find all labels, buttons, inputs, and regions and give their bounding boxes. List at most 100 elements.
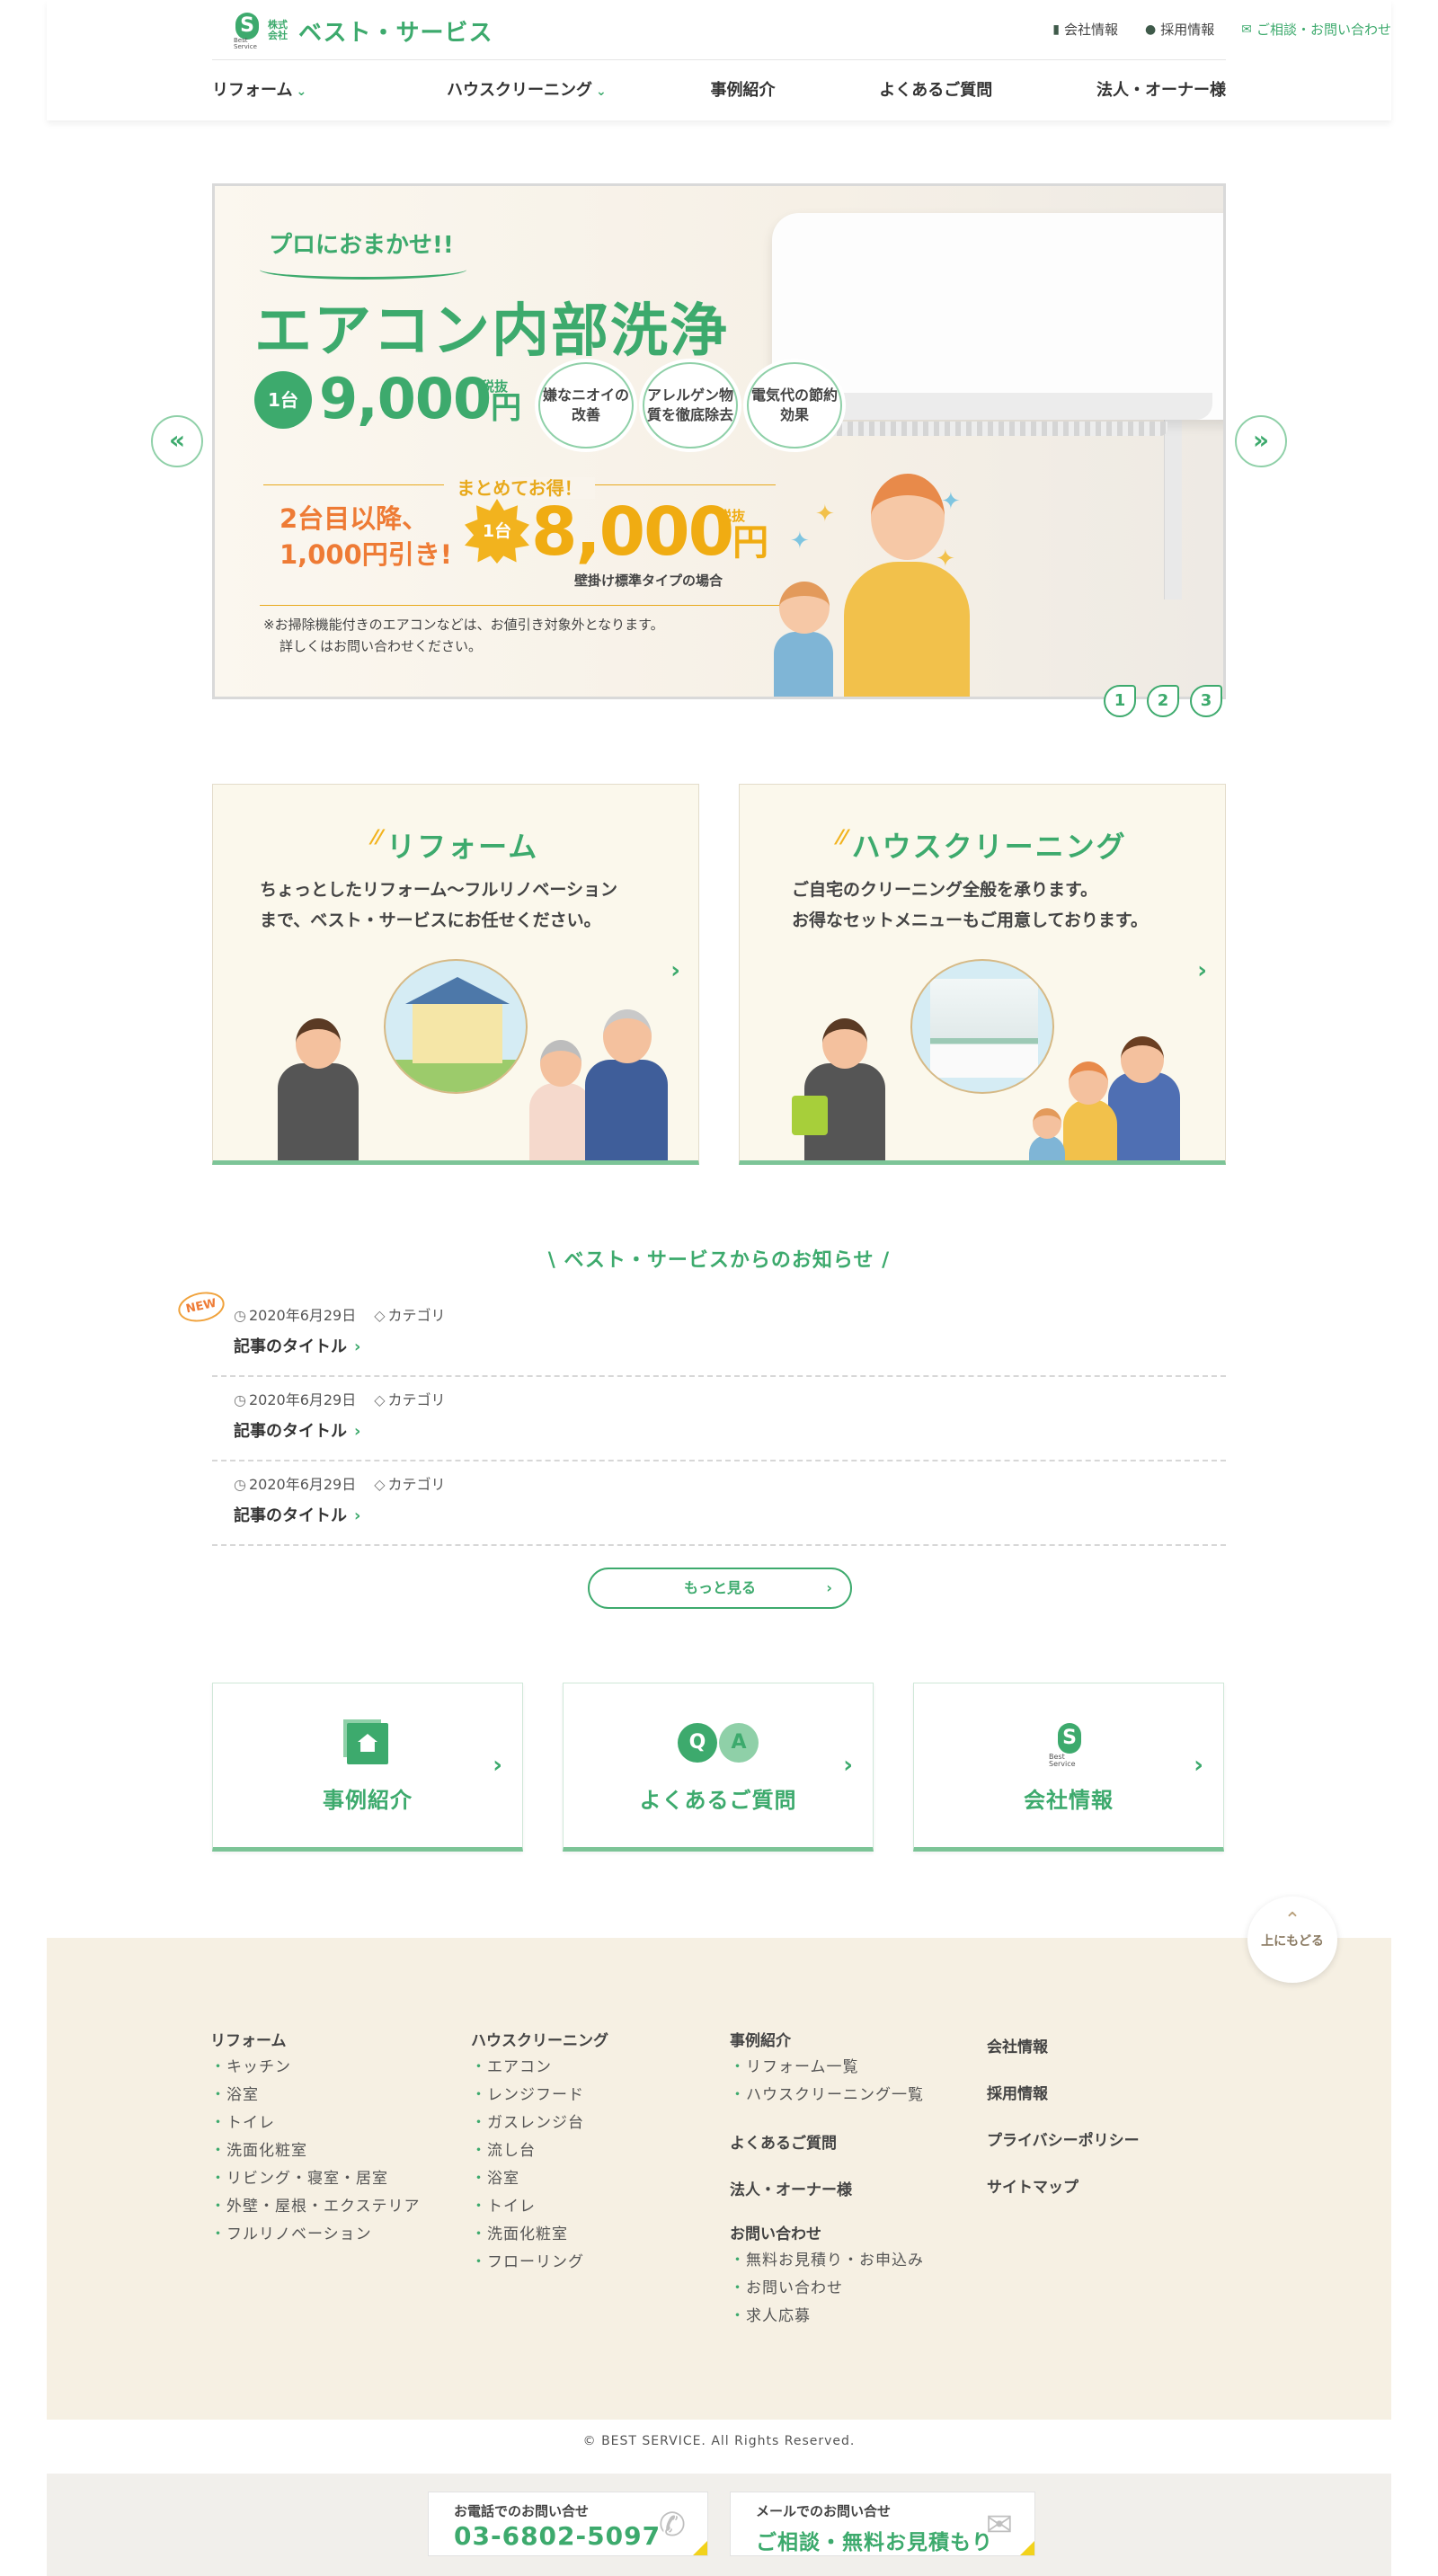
discount-text: 2台目以降、 1,000円引き! <box>280 503 452 570</box>
service-card-reform[interactable]: ⁄⁄ リフォーム ちょっとしたリフォーム〜フルリノベーション まで、ベスト・サービ… <box>212 784 699 1165</box>
utility-links: ▮ 会社情報 ● 採用情報 ✉ ご相談・お問い合わせ <box>1052 20 1391 39</box>
news-title[interactable]: 記事のタイトル › <box>234 1334 1226 1357</box>
footer-link[interactable]: キッチン <box>210 2054 421 2082</box>
news-title[interactable]: 記事のタイトル › <box>234 1503 1226 1526</box>
link-box-label: 会社情報 <box>1024 1788 1114 1813</box>
footer-heading[interactable]: 会社情報 <box>987 2031 1140 2064</box>
footer-link[interactable]: リフォーム一覧 <box>730 2054 924 2082</box>
slider-prev-button[interactable]: « <box>151 415 203 467</box>
chevron-up-icon: ⌃ <box>1283 1909 1301 1932</box>
service-card-cleaning[interactable]: ⁄⁄ ハウスクリーニング ご自宅のクリーニング全般を承ります。 お得なセットメニュ… <box>739 784 1226 1165</box>
phone-number: 03-6802-5097 <box>454 2521 661 2551</box>
tag-icon: ◇ <box>374 1391 386 1408</box>
nav-item-corporate[interactable]: 法人・オーナー様 <box>1096 77 1226 101</box>
footer-heading[interactable]: よくあるご質問 <box>730 2127 924 2160</box>
news-item[interactable]: ◷ 2020年6月29日 ◇ カテゴリ 記事のタイトル › <box>212 1377 1226 1461</box>
footer-link[interactable]: お問い合わせ <box>730 2275 924 2303</box>
header-divider <box>212 59 1226 60</box>
slider-pagination: 1 2 3 <box>1104 685 1222 717</box>
recruit-link[interactable]: ● 採用情報 <box>1145 20 1214 39</box>
news-section-title: \ ベスト・サービスからのお知らせ / <box>547 1249 891 1272</box>
chevron-right-icon: › <box>354 1422 361 1441</box>
back-to-top-button[interactable]: ⌃ 上にもどる <box>1247 1896 1337 1983</box>
copyright: © BEST SERVICE. All Rights Reserved. <box>582 2434 856 2448</box>
footer-link[interactable]: トイレ <box>471 2193 608 2221</box>
chevron-down-icon: ⌄ <box>595 84 607 99</box>
qa-icon: QA <box>678 1723 759 1768</box>
footer-heading[interactable]: 採用情報 <box>987 2078 1140 2110</box>
tax-label-2: 税抜 <box>718 508 746 524</box>
contact-link[interactable]: ✉ ご相談・お問い合わせ <box>1241 20 1391 39</box>
footer-link[interactable]: 外壁・屋根・エクステリア <box>210 2193 421 2221</box>
logo-corp-label: 株式会社 <box>268 19 288 41</box>
mail-contact-button[interactable]: メールでのお問い合せ ご相談・無料お見積もり ✉ <box>730 2492 1035 2556</box>
footer-heading[interactable]: お問い合わせ <box>730 2221 924 2243</box>
news-item[interactable]: ◷ 2020年6月29日 ◇ カテゴリ 記事のタイトル › <box>212 1461 1226 1546</box>
flair-icon: ⁄⁄ <box>838 827 848 849</box>
news-category: ◇ カテゴリ <box>374 1307 446 1324</box>
footer-link[interactable]: トイレ <box>210 2110 421 2137</box>
footer-heading[interactable]: 事例紹介 <box>730 2028 924 2050</box>
footer-link[interactable]: 洗面化粧室 <box>471 2221 608 2249</box>
footer-link[interactable]: レンジフード <box>471 2082 608 2110</box>
phone-contact-button[interactable]: お電話でのお問い合せ 03-6802-5097 ✆ <box>428 2492 708 2556</box>
footer-link[interactable]: リビング・寝室・居室 <box>210 2165 421 2193</box>
nav-item-reform[interactable]: リフォーム ⌄ <box>212 77 306 101</box>
footer-link[interactable]: エアコン <box>471 2054 608 2082</box>
news-item[interactable]: NEW ◷ 2020年6月29日 ◇ カテゴリ 記事のタイトル › <box>175 1287 1226 1377</box>
footer-link[interactable]: 洗面化粧室 <box>210 2137 421 2165</box>
more-news-button[interactable]: もっと見る › <box>588 1568 852 1609</box>
flair-icon: ⁄⁄ <box>372 827 384 849</box>
mail-icon: ✉ <box>1241 22 1252 37</box>
flair-icon: \ <box>547 1249 564 1272</box>
footer-heading[interactable]: 法人・オーナー様 <box>730 2174 924 2207</box>
slider-next-button[interactable]: » <box>1235 415 1287 467</box>
company-info-link[interactable]: ▮ 会社情報 <box>1052 20 1118 39</box>
footer-link[interactable]: 無料お見積り・お申込み <box>730 2247 924 2275</box>
footer-heading[interactable]: プライバシーポリシー <box>987 2125 1140 2157</box>
link-box-faq[interactable]: QA よくあるご質問 › <box>563 1683 874 1852</box>
hero-slider[interactable]: プロにおまかせ!! エアコン内部洗浄 1台 9,000円 税抜 嫌なニオイの改善… <box>212 183 1226 699</box>
person-icon: ● <box>1145 22 1157 37</box>
news-title[interactable]: 記事のタイトル › <box>234 1418 1226 1442</box>
nav-item-cleaning[interactable]: ハウスクリーニング ⌄ <box>447 77 607 101</box>
chevron-right-icon: › <box>354 1337 361 1356</box>
footer-heading[interactable]: ハウスクリーニング <box>471 2028 608 2050</box>
footer-link[interactable]: 浴室 <box>471 2165 608 2193</box>
building-icon: ▮ <box>1052 22 1060 37</box>
link-box-cases[interactable]: 事例紹介 › <box>212 1683 523 1852</box>
footer-link[interactable]: ハウスクリーニング一覧 <box>730 2082 924 2110</box>
link-box-company[interactable]: S Best Service 会社情報 › <box>913 1683 1224 1852</box>
slide-dot[interactable]: 2 <box>1147 685 1179 717</box>
chevron-right-icon: › <box>1194 1752 1203 1779</box>
logo[interactable]: S Best Service 株式会社 ベスト・サービス <box>234 13 493 50</box>
footer-col-company: 会社情報 採用情報 プライバシーポリシー サイトマップ <box>987 2031 1140 2218</box>
news-date: ◷ 2020年6月29日 <box>234 1476 357 1493</box>
chevron-right-icon: › <box>826 1579 832 1596</box>
house-illustration <box>384 959 528 1094</box>
footer-link[interactable]: フルリノベーション <box>210 2221 421 2249</box>
slide-dot[interactable]: 3 <box>1190 685 1222 717</box>
link-box-label: よくあるご質問 <box>639 1788 797 1813</box>
note-divider <box>260 605 781 606</box>
footer-heading[interactable]: リフォーム <box>210 2028 421 2050</box>
footer-link[interactable]: 流し台 <box>471 2137 608 2165</box>
news-category: ◇ カテゴリ <box>374 1391 446 1408</box>
chevron-right-icon: › <box>843 1752 853 1779</box>
sparkle-icon: ✦ <box>815 501 835 528</box>
price-bundle: 8,000円 <box>531 493 768 571</box>
card-description: ご自宅のクリーニング全般を承ります。 お得なセットメニューもご用意しております。 <box>792 880 1148 930</box>
footer-link[interactable]: 求人応募 <box>730 2303 924 2331</box>
company-logo-icon: S Best Service <box>1049 1723 1083 1768</box>
news-list: NEW ◷ 2020年6月29日 ◇ カテゴリ 記事のタイトル › ◷ 2020年6月2… <box>175 1287 1226 1546</box>
flair-icon: / <box>874 1249 891 1272</box>
card-title: ⁄⁄ ハウスクリーニング <box>838 827 1127 864</box>
nav-item-cases[interactable]: 事例紹介 <box>710 77 775 101</box>
slide-dot[interactable]: 1 <box>1104 685 1136 717</box>
footer-link[interactable]: 浴室 <box>210 2082 421 2110</box>
footer-link[interactable]: ガスレンジ台 <box>471 2110 608 2137</box>
footer-link[interactable]: フローリング <box>471 2249 608 2277</box>
nav-item-faq[interactable]: よくあるご質問 <box>879 77 992 101</box>
footer-heading[interactable]: サイトマップ <box>987 2172 1140 2204</box>
unit-badge: 1台 <box>254 371 312 429</box>
